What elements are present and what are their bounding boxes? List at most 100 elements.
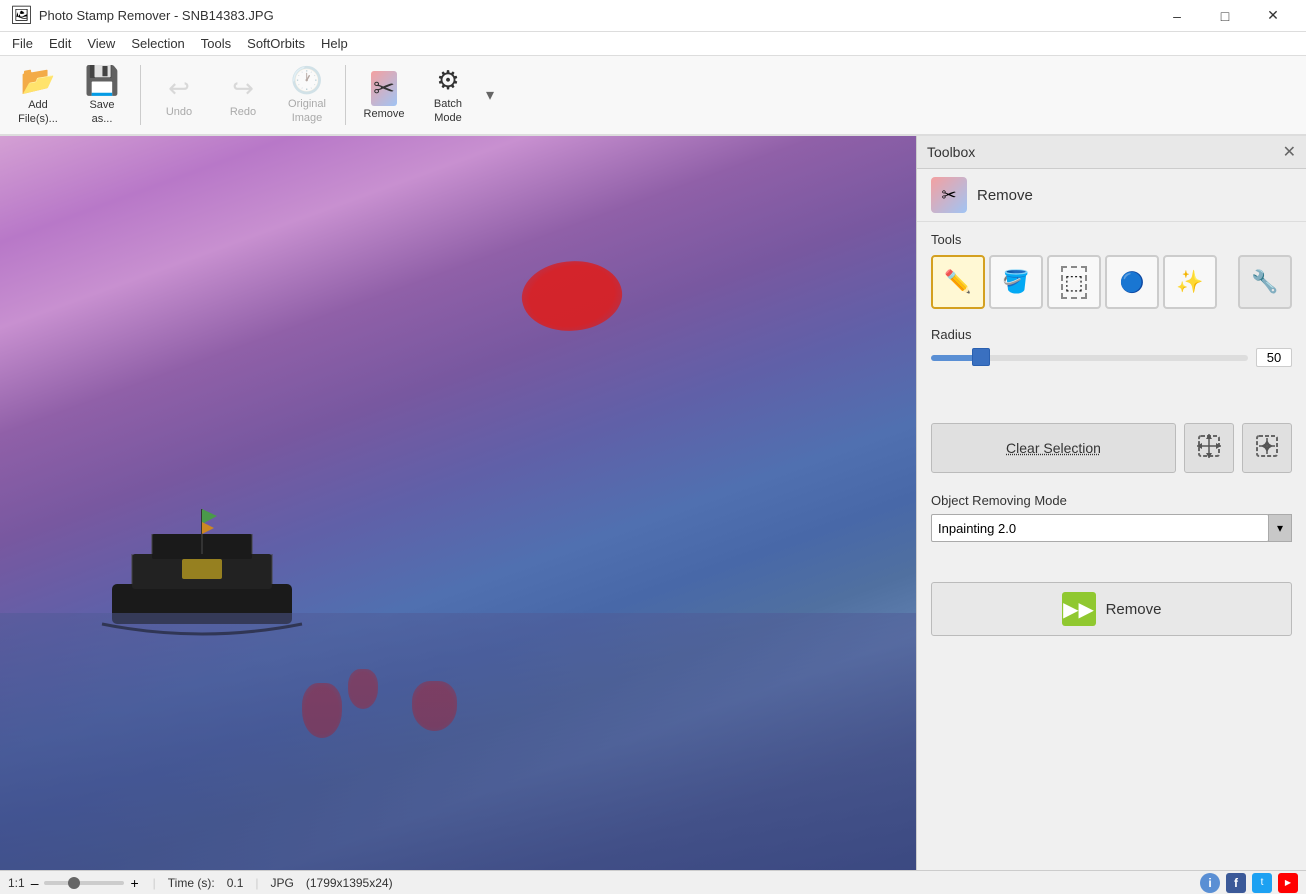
brush-tool-button[interactable]: ✏️ [931, 255, 985, 309]
batch-mode-button[interactable]: ⚙ BatchMode [418, 60, 478, 130]
mode-select[interactable]: Inpainting 2.0 Inpainting 1.0 Smart Fill [931, 514, 1269, 542]
redo-icon: ↪ [232, 73, 254, 104]
redo-label: Redo [230, 106, 256, 118]
radius-value-input[interactable] [1256, 348, 1292, 367]
radius-slider-fill [931, 355, 972, 361]
canvas-area[interactable] [0, 136, 916, 870]
save-as-icon: 💾 [85, 64, 120, 97]
remove-action-button[interactable]: ▶▶ Remove [931, 582, 1292, 636]
expand-selection-icon [1196, 433, 1222, 464]
radius-section: Radius [917, 319, 1306, 371]
undo-label: Undo [166, 106, 192, 118]
shrink-selection-button[interactable] [1242, 423, 1292, 473]
radius-slider-track[interactable] [931, 355, 1248, 361]
magic-eraser-icon: 🪣 [1002, 269, 1029, 295]
remove-button-section: ▶▶ Remove [917, 570, 1306, 648]
time-value: 0.1 [227, 876, 244, 890]
tools-grid: ✏️ 🪣 ⬚ 🔵 ✨ 🔧 [931, 255, 1292, 309]
menu-help[interactable]: Help [313, 34, 356, 53]
stamp-icon: 🔧 [1251, 269, 1278, 295]
undo-button[interactable]: ↩ Undo [149, 60, 209, 130]
menu-edit[interactable]: Edit [41, 34, 79, 53]
zoom-slider[interactable] [44, 881, 124, 885]
zoom-controls: 1:1 – + [8, 875, 141, 891]
menu-view[interactable]: View [79, 34, 123, 53]
batch-mode-label: BatchMode [434, 98, 462, 124]
menu-softorbits[interactable]: SoftOrbits [239, 34, 313, 53]
app-icon: 🖼 [10, 5, 33, 26]
status-social-icons: i f t ▶ [1200, 873, 1298, 893]
toolbox-title: Toolbox [927, 144, 975, 160]
remove-button-toolbar[interactable]: ✂ Remove [354, 60, 414, 130]
add-files-button[interactable]: 📂 AddFile(s)... [8, 60, 68, 130]
magic-eraser-tool-button[interactable]: 🪣 [989, 255, 1043, 309]
remove-section-title: Remove [977, 187, 1033, 204]
radius-label: Radius [931, 327, 1292, 342]
batch-mode-icon: ⚙ [436, 65, 459, 96]
expand-selection-button[interactable] [1184, 423, 1234, 473]
window-title: Photo Stamp Remover - SNB14383.JPG [39, 8, 1154, 23]
mode-dropdown-arrow[interactable]: ▾ [1268, 514, 1292, 542]
rect-select-tool-button[interactable]: ⬚ [1047, 255, 1101, 309]
original-image-button[interactable]: 🕐 OriginalImage [277, 60, 337, 130]
stamp-tool-button[interactable]: 🔧 [1238, 255, 1292, 309]
status-sep2: | [255, 876, 258, 890]
zoom-label: 1:1 [8, 876, 25, 890]
minimize-button[interactable]: – [1154, 0, 1200, 32]
shrink-selection-icon [1254, 433, 1280, 464]
remove-tool-icon: ✂ [941, 185, 956, 206]
redo-button[interactable]: ↪ Redo [213, 60, 273, 130]
twitter-icon[interactable]: t [1252, 873, 1272, 893]
remove-btn-arrow-icon: ▶▶ [1062, 592, 1096, 626]
magic-wand-icon: ✨ [1176, 269, 1203, 295]
titlebar: 🖼 Photo Stamp Remover - SNB14383.JPG – □… [0, 0, 1306, 32]
zoom-slider-thumb [68, 877, 80, 889]
remove-icon: ✂ [371, 71, 397, 106]
toolbar-separator-2 [345, 65, 346, 125]
photo-canvas[interactable] [0, 136, 916, 870]
spacer2 [917, 550, 1306, 570]
facebook-icon[interactable]: f [1226, 873, 1246, 893]
magic-wand-tool-button[interactable]: ✨ [1163, 255, 1217, 309]
zoom-in-button[interactable]: + [128, 875, 140, 891]
menu-selection[interactable]: Selection [123, 34, 192, 53]
toolbar: 📂 AddFile(s)... 💾 Saveas... ↩ Undo ↪ Red… [0, 56, 1306, 136]
toolbox-header: Toolbox ✕ [917, 136, 1306, 169]
arrow-right-icon: ▶▶ [1063, 597, 1094, 622]
save-as-label: Saveas... [89, 99, 114, 125]
status-sep1: | [153, 876, 156, 890]
dimensions-label: (1799x1395x24) [306, 876, 393, 890]
menu-file[interactable]: File [4, 34, 41, 53]
original-image-label: OriginalImage [288, 98, 326, 124]
toolbar-separator-1 [140, 65, 141, 125]
toolbox-close-button[interactable]: ✕ [1283, 142, 1296, 162]
close-button[interactable]: ✕ [1250, 0, 1296, 32]
zoom-out-button[interactable]: – [29, 875, 41, 891]
add-files-label: AddFile(s)... [18, 99, 58, 125]
tools-label: Tools [931, 232, 1292, 247]
info-icon[interactable]: i [1200, 873, 1220, 893]
menubar: File Edit View Selection Tools SoftOrbit… [0, 32, 1306, 56]
clear-selection-button[interactable]: Clear Selection [931, 423, 1176, 473]
add-files-icon: 📂 [21, 64, 56, 97]
save-as-button[interactable]: 💾 Saveas... [72, 60, 132, 130]
toolbar-more-button[interactable]: ▾ [482, 81, 498, 109]
remove-icon-box: ✂ [931, 177, 967, 213]
original-image-icon: 🕐 [291, 65, 323, 96]
youtube-icon[interactable]: ▶ [1278, 873, 1298, 893]
brush-icon: ✏️ [944, 269, 971, 295]
format-label: JPG [271, 876, 294, 890]
action-row: Clear Selection [917, 411, 1306, 485]
rect-select-icon: ⬚ [1061, 266, 1088, 299]
toolbox-panel: Toolbox ✕ ✂ Remove Tools ✏️ 🪣 ⬚ [916, 136, 1306, 870]
sea-area [0, 613, 916, 870]
radius-slider-thumb[interactable] [972, 348, 990, 366]
statusbar: 1:1 – + | Time (s): 0.1 | JPG (1799x1395… [0, 870, 1306, 894]
remove-button-label: Remove [1106, 601, 1162, 618]
maximize-button[interactable]: □ [1202, 0, 1248, 32]
menu-tools[interactable]: Tools [193, 34, 239, 53]
remove-header: ✂ Remove [917, 169, 1306, 222]
mode-section: Object Removing Mode Inpainting 2.0 Inpa… [917, 485, 1306, 550]
main-area: Toolbox ✕ ✂ Remove Tools ✏️ 🪣 ⬚ [0, 136, 1306, 870]
lasso-tool-button[interactable]: 🔵 [1105, 255, 1159, 309]
